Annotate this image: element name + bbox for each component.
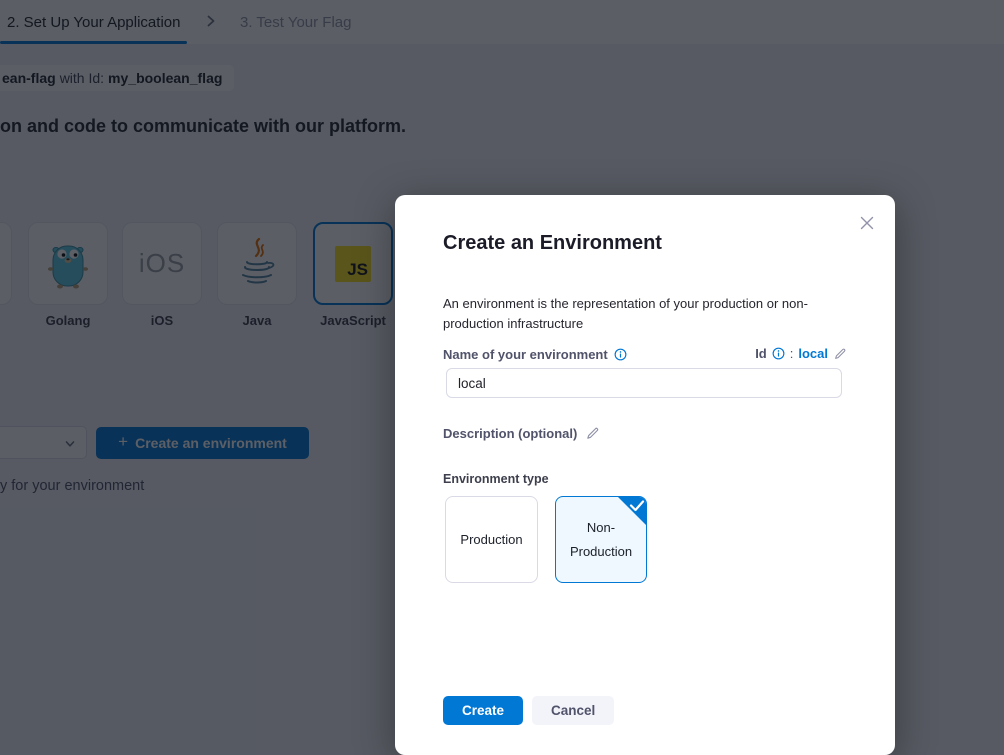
description-label: Description (optional)	[443, 426, 577, 441]
name-field-label-wrap: Name of your environment	[443, 347, 627, 362]
environment-type-non-production[interactable]: Non-Production	[555, 496, 647, 583]
environment-type-label: Environment type	[443, 472, 549, 486]
environment-name-input[interactable]	[446, 368, 842, 398]
modal-title: Create an Environment	[443, 232, 662, 255]
modal-description: An environment is the representation of …	[443, 294, 847, 334]
screen: 2. Set Up Your Application 3. Test Your …	[0, 0, 1004, 755]
name-field-row: Name of your environment Id : local	[443, 346, 847, 362]
environment-type-production[interactable]: Production	[445, 496, 538, 583]
name-field-label: Name of your environment	[443, 347, 608, 362]
modal-footer: Create Cancel	[443, 696, 614, 725]
close-icon[interactable]	[855, 211, 879, 235]
production-label: Production	[460, 528, 522, 551]
id-field-block: Id : local	[755, 346, 847, 361]
id-colon: :	[790, 346, 794, 361]
id-value[interactable]: local	[798, 346, 828, 361]
create-environment-modal: Create an Environment An environment is …	[395, 195, 895, 755]
id-label: Id	[755, 346, 767, 361]
edit-pencil-icon[interactable]	[833, 347, 847, 361]
description-row: Description (optional)	[443, 426, 600, 441]
non-production-label: Non-Production	[570, 516, 632, 563]
info-icon[interactable]	[772, 347, 785, 360]
info-icon[interactable]	[614, 348, 627, 361]
cancel-button[interactable]: Cancel	[532, 696, 614, 725]
create-button[interactable]: Create	[443, 696, 523, 725]
edit-pencil-icon[interactable]	[585, 426, 600, 441]
